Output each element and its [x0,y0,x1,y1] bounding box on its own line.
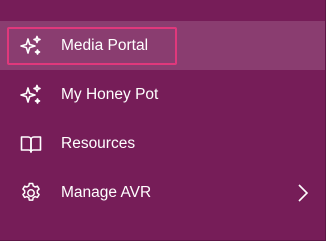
menu-item-label: My Honey Pot [61,85,159,103]
menu-item-media-portal[interactable]: Media Portal [0,21,325,70]
open-book-icon [19,132,43,156]
chevron-right-icon [298,183,309,202]
menu-item-manage-avr[interactable]: Manage AVR [0,168,325,217]
menu-item-label: Resources [61,134,136,152]
side-navigation-menu: Media Portal My Honey Pot Resources Mana… [0,0,326,241]
sparkles-icon [19,83,43,107]
menu-item-label: Media Portal [61,36,149,54]
menu-item-label: Manage AVR [61,183,152,201]
gear-icon [19,181,43,205]
sparkles-icon [19,34,43,58]
menu-item-my-honey-pot[interactable]: My Honey Pot [0,70,325,119]
menu-item-resources[interactable]: Resources [0,119,325,168]
